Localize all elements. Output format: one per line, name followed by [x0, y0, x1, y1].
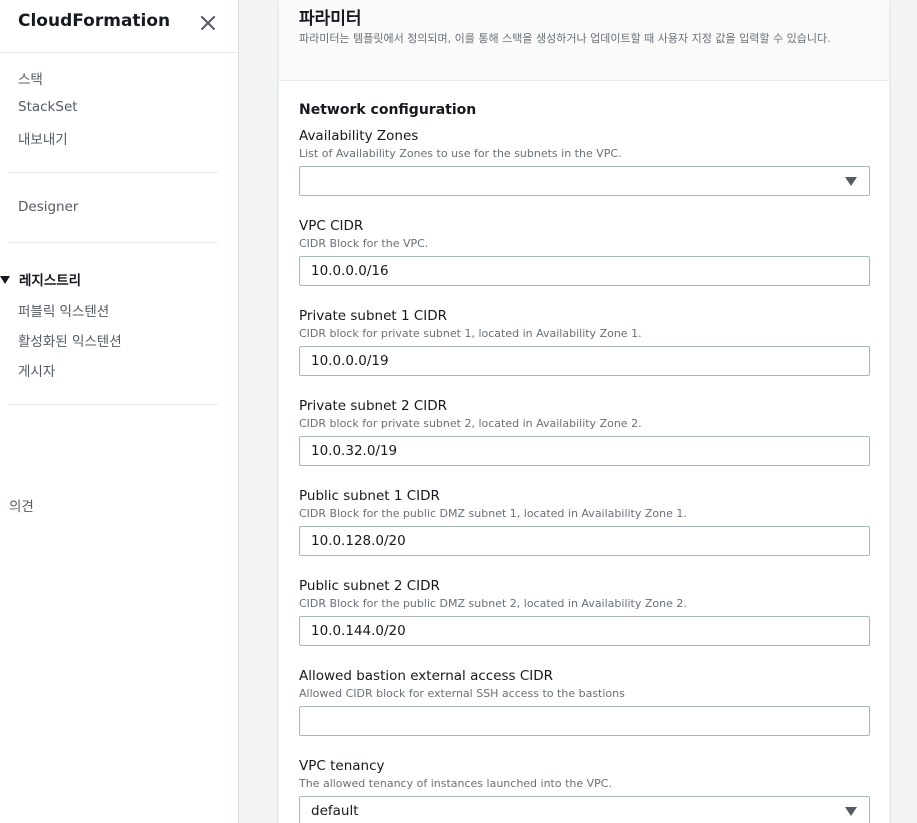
sidebar-item-exports[interactable]: 내보내기: [18, 128, 68, 148]
bastion-access-cidr-input[interactable]: [299, 706, 870, 736]
field-description: CIDR block for private subnet 2, located…: [299, 417, 642, 430]
sidebar-header: CloudFormation: [0, 0, 238, 53]
panel-description: 파라미터는 템플릿에서 정의되며, 이를 통해 스택을 생성하거나 업데이트할 …: [299, 32, 831, 45]
public-subnet-2-cidr-input[interactable]: [299, 616, 870, 646]
field-label: VPC CIDR: [299, 218, 364, 234]
parameters-panel: 파라미터 파라미터는 템플릿에서 정의되며, 이를 통해 스택을 생성하거나 업…: [278, 0, 890, 823]
sidebar-item-stacks[interactable]: 스택: [18, 68, 43, 88]
close-icon[interactable]: [199, 14, 217, 32]
field-description: CIDR Block for the public DMZ subnet 1, …: [299, 507, 687, 520]
field-label: Private subnet 2 CIDR: [299, 398, 448, 414]
field-description: List of Availability Zones to use for th…: [299, 147, 622, 160]
vpc-tenancy-select[interactable]: default: [299, 796, 870, 823]
field-description: The allowed tenancy of instances launche…: [299, 777, 612, 790]
field-description: CIDR Block for the VPC.: [299, 237, 429, 250]
section-title: Network configuration: [299, 102, 477, 118]
sidebar-section-registry[interactable]: 레지스트리: [0, 269, 81, 289]
availability-zones-select[interactable]: [299, 166, 870, 196]
field-description: Allowed CIDR block for external SSH acce…: [299, 687, 625, 700]
field-description: CIDR Block for the public DMZ subnet 2, …: [299, 597, 687, 610]
select-value: default: [311, 803, 359, 819]
caret-down-icon: [845, 807, 857, 816]
vpc-cidr-input[interactable]: [299, 256, 870, 286]
sidebar-item-publishers[interactable]: 게시자: [18, 360, 55, 380]
caret-down-icon: [0, 276, 10, 284]
sidebar-item-public-extensions[interactable]: 퍼블릭 익스텐션: [18, 300, 109, 320]
field-label: Allowed bastion external access CIDR: [299, 668, 554, 684]
sidebar-title[interactable]: CloudFormation: [18, 11, 170, 31]
field-label: Public subnet 2 CIDR: [299, 578, 440, 594]
sidebar-item-designer[interactable]: Designer: [18, 199, 78, 215]
field-description: CIDR block for private subnet 1, located…: [299, 327, 642, 340]
caret-down-icon: [845, 177, 857, 186]
sidebar-item-activated-extensions[interactable]: 활성화된 익스텐션: [18, 330, 122, 350]
field-label: VPC tenancy: [299, 758, 385, 774]
sidebar-divider: [8, 172, 218, 173]
sidebar-divider: [8, 404, 218, 405]
field-label: Private subnet 1 CIDR: [299, 308, 448, 324]
panel-title: 파라미터: [299, 9, 362, 29]
feedback-link[interactable]: 의견: [9, 495, 34, 515]
private-subnet-2-cidr-input[interactable]: [299, 436, 870, 466]
private-subnet-1-cidr-input[interactable]: [299, 346, 870, 376]
sidebar: CloudFormation 스택 StackSet 내보내기 Designer…: [0, 0, 239, 823]
public-subnet-1-cidr-input[interactable]: [299, 526, 870, 556]
sidebar-divider: [8, 242, 218, 243]
sidebar-item-stacksets[interactable]: StackSet: [18, 99, 78, 115]
field-label: Public subnet 1 CIDR: [299, 488, 440, 504]
panel-header: 파라미터 파라미터는 템플릿에서 정의되며, 이를 통해 스택을 생성하거나 업…: [279, 0, 889, 81]
sidebar-section-label: 레지스트리: [19, 273, 82, 289]
field-label: Availability Zones: [299, 128, 419, 144]
